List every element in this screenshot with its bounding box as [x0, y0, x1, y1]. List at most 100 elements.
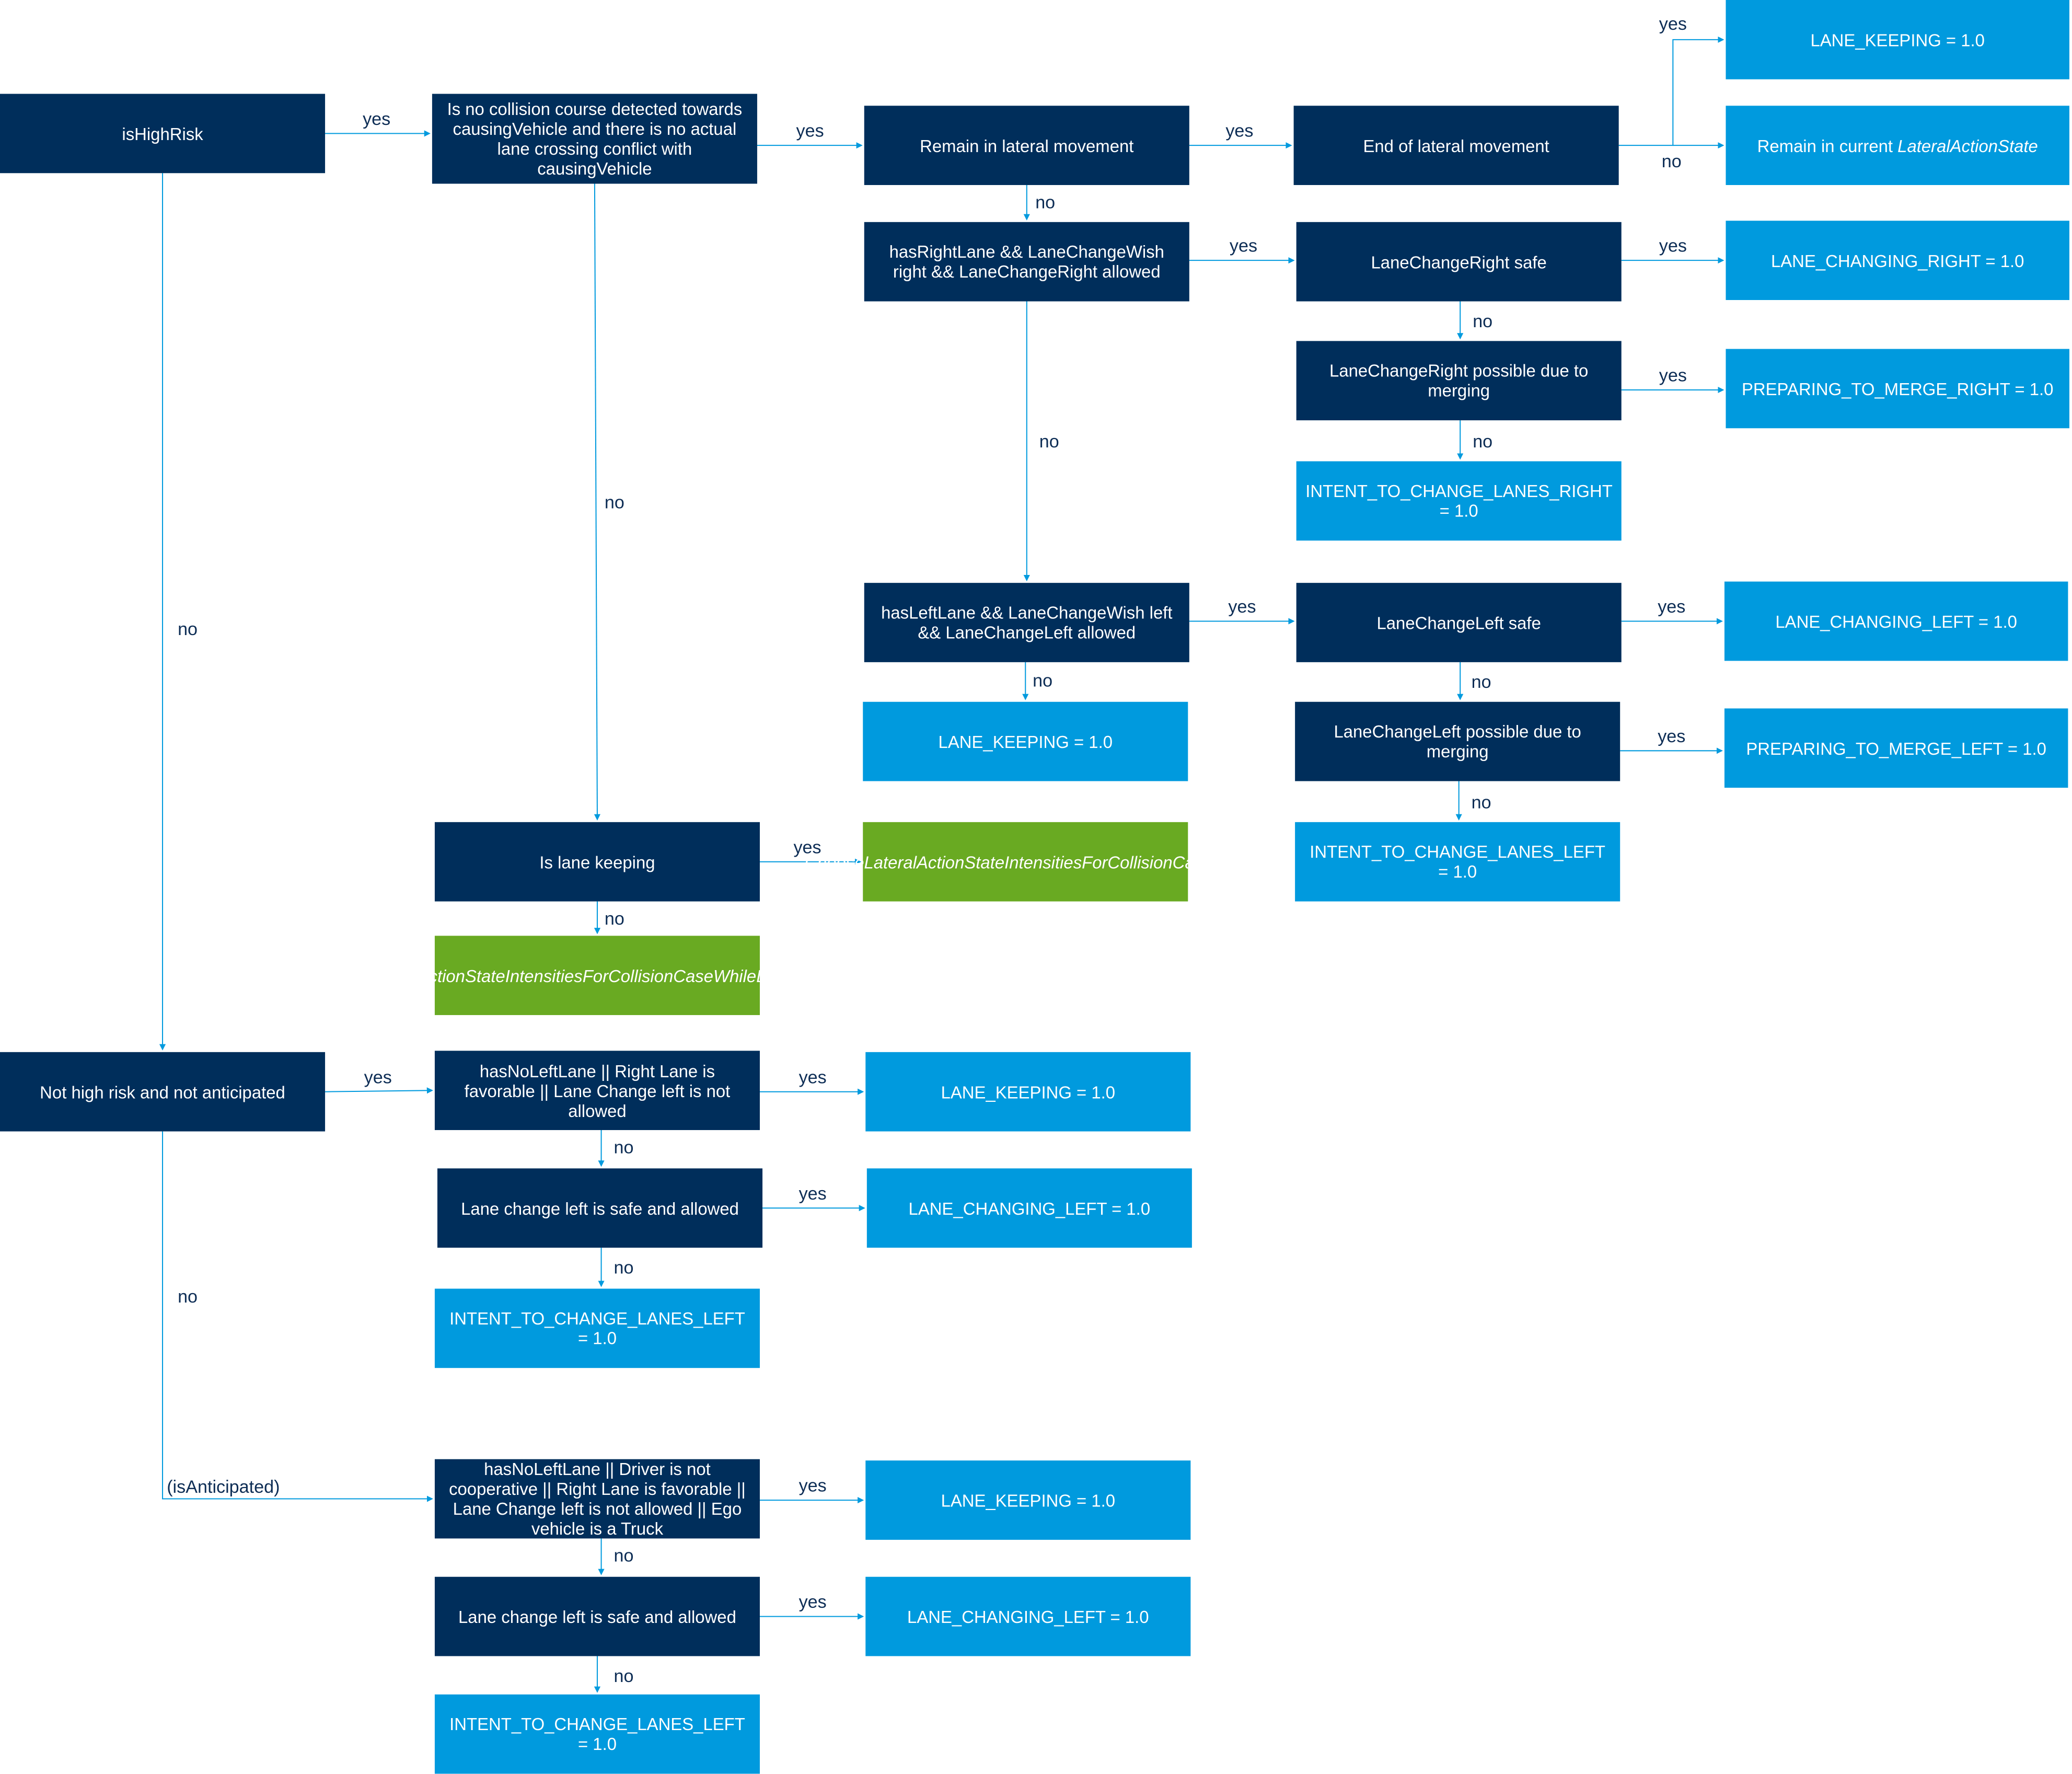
node-text: LANE_CHANGING_LEFT = 1.0 — [908, 1198, 1151, 1218]
edge-label-yes: yes — [1659, 365, 1687, 386]
edge-label-yes: yes — [1658, 596, 1686, 617]
node-lcr-safe: LaneChangeRight safe — [1296, 222, 1622, 302]
edge-label-no: no — [1039, 431, 1059, 452]
edge-label-yes: yes — [1229, 236, 1258, 256]
node-intent-right: INTENT_TO_CHANGE_LANES_RIGHT = 1.0 — [1296, 461, 1622, 541]
node-lcl-safe-allowed-1: Lane change left is safe and allowed — [437, 1168, 763, 1248]
edge-label-yes: yes — [1228, 596, 1256, 617]
node-prep-merge-left: PREPARING_TO_MERGE_LEFT = 1.0 — [1724, 708, 2068, 788]
connector-arrow — [162, 1131, 433, 1502]
node-is-lane-keeping: Is lane keeping — [434, 822, 760, 902]
edge-label-yes: yes — [1659, 14, 1687, 34]
node-text: INTENT_TO_CHANGE_LANES_LEFT = 1.0 — [1310, 842, 1606, 882]
node-text: INTENT_TO_CHANGE_LANES_RIGHT = 1.0 — [1305, 481, 1613, 521]
node-text: LANE_CHANGING_LEFT = 1.0 — [907, 1606, 1149, 1627]
node-text: PREPARING_TO_MERGE_LEFT = 1.0 — [1746, 738, 2046, 758]
node-no-left-lane-2: hasNoLeftLane || Driver is not cooperati… — [434, 1459, 760, 1539]
edge-label-yes: yes — [798, 1592, 827, 1612]
node-text: ChooseLateralActionStateIntensitiesForCo… — [805, 851, 1246, 872]
edge-label-yes: yes — [793, 837, 821, 857]
edge-label-yes: yes — [798, 1067, 827, 1087]
flowchart: isHighRisk Is no collision course detecte… — [0, 0, 2072, 1774]
node-text: PREPARING_TO_MERGE_RIGHT = 1.0 — [1741, 378, 2054, 399]
edge-label-is-anticipated: (isAnticipated) — [167, 1477, 280, 1497]
node-intent-left-2: INTENT_TO_CHANGE_LANES_LEFT = 1.0 — [434, 1288, 760, 1368]
node-lcr-merging: LaneChangeRight possible due to merging — [1296, 341, 1622, 421]
node-text: LaneChangeRight possible due to merging — [1329, 361, 1589, 401]
edge-label-no: no — [1473, 311, 1493, 331]
edge-label-no: no — [604, 908, 624, 929]
node-text: Not high risk and not anticipated — [40, 1081, 285, 1102]
node-intent-left-1: INTENT_TO_CHANGE_LANES_LEFT = 1.0 — [1295, 822, 1620, 902]
edge-label-no: no — [1471, 672, 1491, 692]
edge-label-yes: yes — [1659, 236, 1687, 256]
edge-label-yes: yes — [796, 121, 824, 141]
node-lcl-merging: LaneChangeLeft possible due to merging — [1295, 701, 1620, 781]
edge-label-no: no — [614, 1666, 634, 1686]
node-text: LANE_KEEPING = 1.0 — [941, 1490, 1116, 1511]
node-lane-keeping-top: LANE_KEEPING = 1.0 — [1726, 0, 2069, 79]
node-text: LaneChangeLeft safe — [1376, 613, 1541, 632]
connector-arrow — [1618, 36, 1724, 146]
node-has-right-lane: hasRightLane && LaneChangeWish right && … — [864, 222, 1189, 302]
node-text: isHighRisk — [122, 123, 203, 144]
node-text: LANE_KEEPING = 1.0 — [941, 1081, 1116, 1102]
node-text: LANE_CHANGING_RIGHT = 1.0 — [1770, 250, 2024, 271]
edge-label-no: no — [178, 1286, 198, 1307]
node-lcl-safe: LaneChangeLeft safe — [1296, 583, 1622, 662]
node-text: Remain in current — [1757, 135, 1898, 156]
node-text: LANE_CHANGING_LEFT = 1.0 — [1775, 611, 2017, 631]
node-text: Is no collision course detected towards … — [447, 99, 743, 179]
node-remain-lateral: Remain in lateral movement — [864, 106, 1189, 186]
node-text: Lane change left is safe and allowed — [461, 1198, 739, 1218]
edge-label-no: no — [178, 619, 198, 639]
node-has-left-lane: hasLeftLane && LaneChangeWish left && La… — [864, 583, 1189, 662]
edge-label-yes: yes — [1658, 726, 1686, 746]
edge-label-no: no — [1473, 431, 1493, 452]
edge-label-yes: yes — [363, 109, 391, 129]
node-text: INTENT_TO_CHANGE_LANES_LEFT = 1.0 — [449, 1714, 745, 1754]
node-lane-changing-left-2: LANE_CHANGING_LEFT = 1.0 — [866, 1168, 1192, 1248]
edge-label-no: no — [614, 1258, 634, 1277]
node-text: LANE_KEEPING = 1.0 — [938, 731, 1113, 752]
edge-label-yes: yes — [798, 1183, 827, 1204]
node-text: LANE_KEEPING = 1.0 — [1810, 29, 1985, 50]
node-text: LaneChangeLeft possible due to merging — [1334, 721, 1581, 762]
edge-label-yes: yes — [1225, 121, 1254, 141]
edge-label-no: no — [1033, 671, 1053, 691]
node-text: INTENT_TO_CHANGE_LANES_LEFT = 1.0 — [449, 1308, 745, 1349]
node-not-high-risk: Not high risk and not anticipated — [0, 1052, 326, 1132]
node-text: End of lateral movement — [1363, 135, 1549, 156]
node-lane-keeping-2: LANE_KEEPING = 1.0 — [863, 701, 1188, 781]
node-no-left-lane-1: hasNoLeftLane || Right Lane is favorable… — [434, 1051, 760, 1131]
connector-arrow — [594, 183, 600, 821]
edge-label-no: no — [614, 1137, 634, 1157]
edge-label-yes: yes — [798, 1476, 827, 1496]
node-intent-left-3: INTENT_TO_CHANGE_LANES_LEFT = 1.0 — [434, 1694, 760, 1774]
node-is-high-risk: isHighRisk — [0, 94, 326, 174]
node-end-lateral: End of lateral movement — [1293, 106, 1619, 186]
node-choose-else: ChooseLateralActionStateIntensitiesForCo… — [805, 822, 1246, 902]
node-text: hasNoLeftLane || Driver is not cooperati… — [449, 1459, 746, 1539]
edge-label-no: no — [1035, 192, 1056, 212]
node-collision-check: Is no collision course detected towards … — [432, 94, 757, 184]
edge-label-no: no — [604, 492, 624, 512]
node-lane-changing-left-1: LANE_CHANGING_LEFT = 1.0 — [1724, 581, 2068, 661]
node-text: ChooseLateralActionStateIntensitiesForCo… — [305, 965, 889, 986]
edge-label-no: no — [1661, 151, 1682, 171]
node-text: Lane change left is safe and allowed — [458, 1606, 736, 1627]
node-text: Is lane keeping — [539, 851, 655, 872]
node-lcl-safe-allowed-2: Lane change left is safe and allowed — [434, 1576, 760, 1656]
node-prep-merge-right: PREPARING_TO_MERGE_RIGHT = 1.0 — [1726, 349, 2069, 429]
node-lane-keeping-3: LANE_KEEPING = 1.0 — [865, 1052, 1191, 1132]
edge-label-yes: yes — [364, 1067, 392, 1087]
node-remain-current: Remain in current LateralActionState — [1726, 106, 2069, 186]
connector-arrow — [325, 1087, 433, 1094]
node-text-italic: LateralActionState — [1897, 135, 2038, 156]
node-choose-while: ChooseLateralActionStateIntensitiesForCo… — [306, 936, 889, 1016]
node-text: Remain in lateral movement — [920, 135, 1134, 156]
node-text: LaneChangeRight safe — [1371, 251, 1547, 272]
node-lane-changing-right: LANE_CHANGING_RIGHT = 1.0 — [1726, 221, 2069, 301]
edge-label-no: no — [614, 1546, 634, 1566]
node-lane-changing-left-3: LANE_CHANGING_LEFT = 1.0 — [865, 1576, 1191, 1656]
